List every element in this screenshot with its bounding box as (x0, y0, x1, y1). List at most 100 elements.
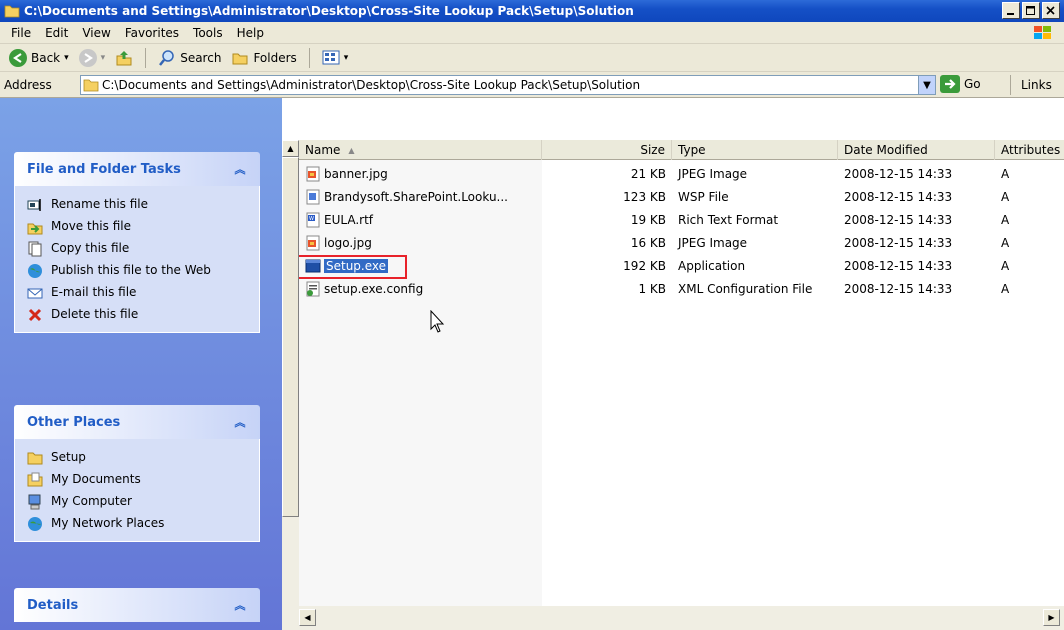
task-delete[interactable]: Delete this file (15, 304, 259, 326)
task-pane-scrollbar[interactable]: ▲ ▼ (282, 140, 299, 630)
close-button[interactable] (1042, 2, 1060, 19)
menu-file[interactable]: File (4, 26, 38, 40)
folders-button[interactable]: Folders (226, 49, 301, 67)
file-rows: banner.jpg 21 KB JPEG Image 2008-12-15 1… (299, 162, 1064, 300)
folder-icon (4, 5, 20, 18)
file-row[interactable]: logo.jpg 16 KB JPEG Image 2008-12-15 14:… (299, 231, 1064, 254)
move-icon (27, 223, 43, 235)
jpeg-icon (306, 166, 320, 181)
details-panel: Details ︽ (14, 588, 260, 622)
menu-favorites[interactable]: Favorites (118, 26, 186, 40)
chevron-down-icon: ▾ (64, 52, 69, 63)
collapse-chevron-icon[interactable]: ︽ (232, 161, 248, 177)
minimize-button[interactable] (1002, 2, 1020, 19)
arrow-up-icon: ▲ (287, 144, 294, 153)
chevron-down-icon: ▾ (343, 52, 349, 63)
horizontal-scrollbar[interactable]: ◀ ▶ (282, 606, 1064, 630)
file-list: Name ▲ Size Type Date Modified Attribute… (299, 140, 1064, 630)
address-label: Address (4, 77, 52, 92)
chevron-down-icon: ▼ (923, 79, 931, 91)
search-label: Search (180, 50, 222, 65)
back-button[interactable]: Back ▾ (4, 48, 74, 67)
mouse-cursor-icon (430, 310, 445, 333)
file-row[interactable]: W EULA.rtf 19 KB Rich Text Format 2008-1… (299, 208, 1064, 231)
views-icon (322, 50, 340, 64)
task-rename[interactable]: Rename this file (15, 194, 259, 216)
task-email[interactable]: E-mail this file (15, 282, 259, 304)
address-bar: Address C:\Documents and Settings\Admini… (0, 72, 1064, 98)
menu-edit[interactable]: Edit (38, 26, 75, 40)
collapse-chevron-icon[interactable]: ︽ (232, 597, 248, 613)
address-input[interactable]: C:\Documents and Settings\Administrator\… (80, 75, 936, 95)
menu-help[interactable]: Help (230, 26, 271, 40)
task-pane: File and Folder Tasks ︽ Rename this file… (0, 98, 282, 630)
arrow-left-icon: ◀ (304, 613, 311, 622)
my-documents-icon (27, 472, 43, 487)
menu-view[interactable]: View (75, 26, 117, 40)
maximize-button[interactable] (1022, 2, 1040, 19)
network-places-icon (28, 517, 42, 531)
scroll-left-button[interactable]: ◀ (299, 609, 316, 626)
links-button[interactable]: Links (1010, 75, 1052, 95)
folders-label: Folders (253, 50, 297, 65)
search-button[interactable]: Search (153, 49, 226, 67)
panel-header[interactable]: Details ︽ (14, 588, 260, 622)
search-icon (159, 49, 174, 66)
panel-title: Other Places (27, 414, 121, 430)
column-header-attributes[interactable]: Attributes (995, 140, 1064, 160)
views-button[interactable]: ▾ (317, 50, 354, 66)
column-header-name[interactable]: Name ▲ (299, 140, 542, 160)
maximize-icon (1026, 5, 1035, 15)
other-places-panel: Other Places ︽ Setup My Documents My Com… (14, 405, 260, 542)
panel-title: Details (27, 597, 79, 613)
rtf-icon: W (306, 212, 320, 227)
scroll-thumb[interactable] (282, 157, 299, 517)
windows-logo-icon (1034, 26, 1051, 39)
place-my-documents[interactable]: My Documents (15, 469, 259, 491)
wsp-file-icon (306, 189, 320, 204)
file-row[interactable]: setup.exe.config 1 KB XML Configuration … (299, 277, 1064, 300)
highlight-box (299, 254, 407, 279)
collapse-chevron-icon[interactable]: ︽ (232, 414, 248, 430)
close-icon (1046, 5, 1055, 15)
up-folder-button[interactable] (110, 49, 138, 67)
scroll-right-button[interactable]: ▶ (1043, 609, 1060, 626)
arrow-right-icon: ▶ (1048, 613, 1055, 622)
place-setup[interactable]: Setup (15, 447, 259, 469)
panel-header[interactable]: File and Folder Tasks ︽ (14, 152, 260, 186)
file-row[interactable]: banner.jpg 21 KB JPEG Image 2008-12-15 1… (299, 162, 1064, 185)
jpeg-icon (306, 235, 320, 250)
toolbar: Back ▾ ▾ Search Folders ▾ (0, 44, 1064, 72)
task-move[interactable]: Move this file (15, 216, 259, 238)
task-copy[interactable]: Copy this file (15, 238, 259, 260)
panel-header[interactable]: Other Places ︽ (14, 405, 260, 439)
title-bar: C:\Documents and Settings\Administrator\… (0, 0, 1064, 22)
folder-icon (27, 452, 43, 465)
go-button[interactable]: Go (940, 75, 981, 93)
back-label: Back (31, 50, 61, 65)
menu-tools[interactable]: Tools (186, 26, 230, 40)
go-label: Go (964, 77, 981, 91)
place-network[interactable]: My Network Places (15, 513, 259, 535)
file-folder-tasks-panel: File and Folder Tasks ︽ Rename this file… (14, 152, 260, 333)
file-row[interactable]: Brandysoft.SharePoint.Looku... 123 KB WS… (299, 185, 1064, 208)
address-dropdown-button[interactable]: ▼ (918, 76, 935, 94)
file-row-selected[interactable]: Setup.exe 192 KB Application 2008-12-15 … (299, 254, 1064, 279)
delete-icon (28, 308, 42, 322)
place-my-computer[interactable]: My Computer (15, 491, 259, 513)
back-arrow-icon (9, 48, 27, 67)
svg-text:W: W (309, 216, 314, 222)
panel-title: File and Folder Tasks (27, 161, 181, 177)
column-header-size[interactable]: Size (542, 140, 672, 160)
window-title: C:\Documents and Settings\Administrator\… (24, 4, 634, 18)
chevron-down-icon: ▾ (100, 52, 106, 63)
column-header-type[interactable]: Type (672, 140, 838, 160)
folders-icon (232, 53, 248, 64)
forward-button[interactable]: ▾ (74, 48, 111, 67)
forward-arrow-icon (78, 48, 97, 67)
publish-icon (28, 264, 42, 278)
scroll-up-button[interactable]: ▲ (282, 140, 299, 157)
go-arrow-icon (940, 75, 960, 93)
task-publish[interactable]: Publish this file to the Web (15, 260, 259, 282)
column-header-date[interactable]: Date Modified (838, 140, 995, 160)
